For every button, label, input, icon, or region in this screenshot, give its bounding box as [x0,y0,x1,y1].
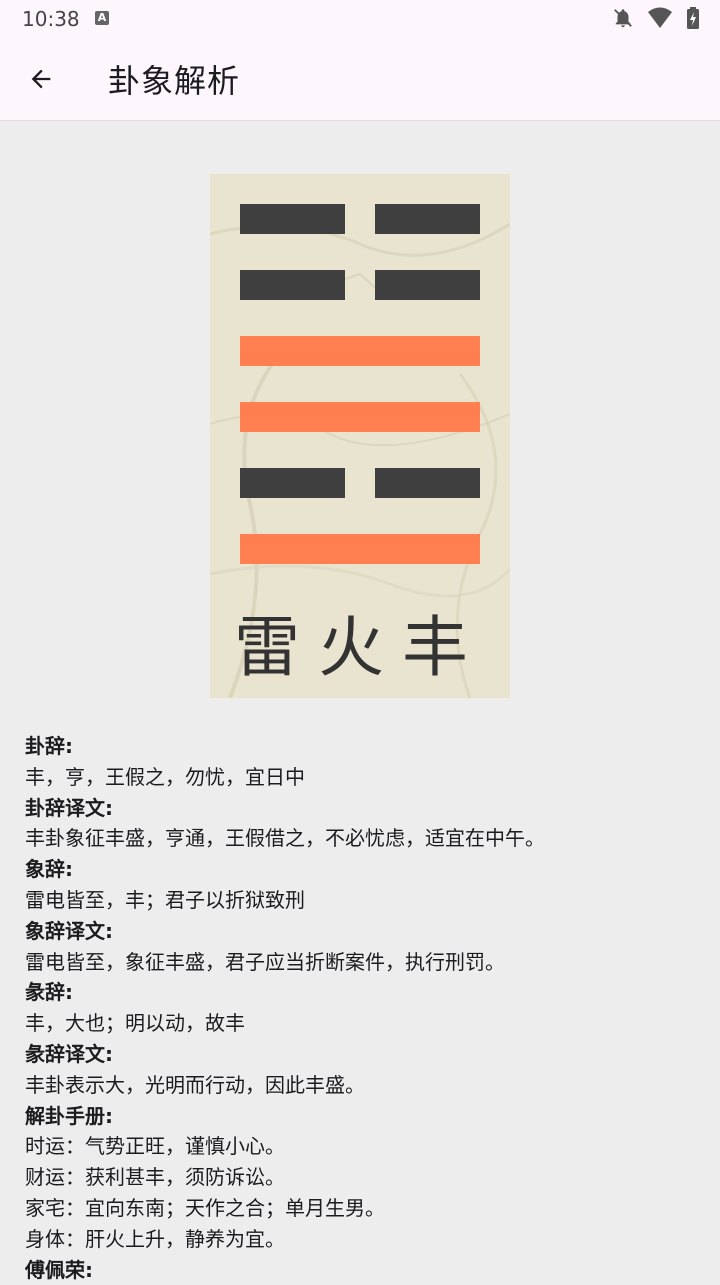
section-label-xiangci: 象辞: [25,857,73,882]
status-bar: 10:38 A [0,0,720,38]
section-label-guaci: 卦辞: [25,734,73,758]
hexagram-line-1-yang [240,534,480,564]
section-text-tuanci: 丰，大也；明以动，故丰 [25,1011,245,1036]
section-label-xiangci-translation: 象辞译文: [25,918,113,943]
section-label-tuanci: 彖辞: [25,980,73,1005]
battery-icon [687,7,699,29]
hexagram-line-5-yin-left [240,270,345,300]
notifications-off-icon [614,9,632,28]
notification-icon: A [95,11,109,25]
hexagram-line-3-yang [240,402,480,432]
hexagram-line-5-yin-right [375,270,480,300]
hexagram-line-4-yang [240,336,480,366]
interpretation-content: 卦辞: 丰，亨，王假之，勿忧，宜日中 卦辞译文: 丰卦象征丰盛，亨通，王假借之，… [25,731,705,1285]
manual-item-fortune: 时运：气势正旺，谨慎小心。 [25,1134,285,1159]
section-label-guaci-translation: 卦辞译文: [25,795,113,820]
arrow-back-icon [31,69,51,89]
section-label-fu-peirong: 傅佩荣: [25,1257,93,1282]
section-text-xiangci: 雷电皆至，丰；君子以折狱致刑 [25,887,305,912]
manual-item-wealth: 财运：获利甚丰，须防诉讼。 [25,1165,285,1190]
page-title: 卦象解析 [108,62,241,100]
wifi-icon [648,7,672,28]
section-text-guaci-translation: 丰卦象征丰盛，亨通，王假借之，不必忧虑，适宜在中午。 [25,826,545,851]
section-label-tuanci-translation: 彖辞译文: [25,1041,113,1066]
hexagram-name: 雷火丰 [234,609,486,686]
hexagram-line-6-yin-left [240,204,345,234]
section-text-tuanci-translation: 丰卦表示大，光明而行动，因此丰盛。 [25,1072,365,1097]
hexagram-card: 雷火丰 [210,174,510,698]
status-time: 10:38 [22,7,80,31]
app-bar: 卦象解析 [0,38,720,121]
manual-item-home: 家宅：宜向东南；天作之合；单月生男。 [25,1195,385,1220]
back-button[interactable] [20,58,62,100]
section-text-guaci: 丰，亨，王假之，勿忧，宜日中 [25,764,305,789]
section-text-xiangci-translation: 雷电皆至，象征丰盛，君子应当折断案件，执行刑罚。 [25,949,505,974]
manual-item-health: 身体：肝火上升，静养为宜。 [25,1226,285,1251]
section-label-manual: 解卦手册: [25,1103,113,1128]
hexagram-line-6-yin-right [375,204,480,234]
hexagram-line-2-yin-right [375,468,480,498]
hexagram-line-2-yin-left [240,468,345,498]
